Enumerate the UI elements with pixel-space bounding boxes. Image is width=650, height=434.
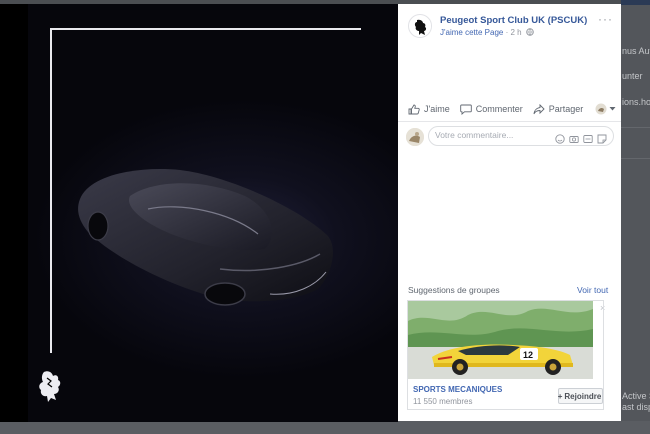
background-text-4: Active S — [622, 391, 650, 401]
comment-input[interactable] — [435, 130, 545, 140]
emoji-icon[interactable] — [555, 131, 565, 144]
poster-frame-top — [50, 28, 361, 30]
like-label: J'aime — [424, 104, 450, 114]
join-group-button[interactable]: + Rejoindre — [558, 388, 603, 404]
background-text-3: ions.hot — [622, 97, 650, 107]
svg-text:12: 12 — [523, 350, 533, 360]
more-options-button[interactable]: ··· — [598, 12, 613, 26]
comment-tools — [555, 131, 607, 144]
user-avatar-icon — [406, 128, 424, 146]
background-header — [621, 0, 650, 5]
group-suggestion-card[interactable]: 12 SPORTS MECANIQUES 11 550 membres + Re… — [407, 300, 604, 410]
group-cover-image[interactable]: 12 — [408, 301, 593, 379]
group-suggestions-title: Suggestions de groupes — [408, 285, 500, 295]
share-label: Partager — [548, 104, 584, 114]
post-time[interactable]: 2 h — [510, 28, 521, 37]
thumbs-up-icon — [408, 104, 420, 114]
group-name-link[interactable]: SPORTS MECANIQUES — [413, 385, 502, 394]
divider — [398, 121, 621, 122]
peugeot-lion-icon — [39, 371, 61, 402]
join-label: Rejoindre — [564, 391, 602, 401]
gif-icon[interactable] — [583, 131, 593, 143]
background-page: nus Aut unter ions.hot Active S ast disp… — [621, 0, 650, 434]
globe-icon — [526, 28, 534, 36]
post-panel: Peugeot Sport Club UK (PSCUK) J'aime cet… — [398, 4, 621, 421]
see-all-link[interactable]: Voir tout — [577, 285, 608, 295]
background-divider — [621, 158, 650, 159]
background-text-1: nus Aut — [622, 46, 650, 56]
plus-icon: + — [557, 391, 563, 401]
comment-button[interactable]: Commenter — [459, 104, 523, 115]
background-divider — [621, 127, 650, 128]
sticker-icon[interactable] — [597, 131, 607, 144]
post-actions: J'aime Commenter Partager — [408, 100, 616, 118]
background-text-2: unter — [622, 71, 643, 81]
like-button[interactable]: J'aime — [408, 104, 450, 115]
page-avatar[interactable] — [408, 14, 432, 38]
car-image — [78, 169, 333, 306]
user-avatar — [406, 128, 424, 146]
photo-stage[interactable] — [0, 4, 398, 422]
comment-as-selector[interactable] — [595, 103, 616, 115]
page-name-link[interactable]: Peugeot Sport Club UK (PSCUK) — [440, 15, 587, 26]
background-text-5: ast dispo — [622, 402, 650, 412]
share-icon — [533, 103, 545, 114]
profile-thumbnail-icon — [595, 103, 607, 115]
camera-icon[interactable] — [569, 131, 579, 143]
race-car-image: 12 — [408, 301, 593, 379]
comment-label: Commenter — [475, 104, 523, 114]
chevron-down-icon — [609, 107, 616, 111]
post-meta: J'aime cette Page · 2 h — [440, 28, 534, 37]
background-footer — [0, 421, 650, 434]
comment-field[interactable] — [428, 126, 614, 146]
like-page-link[interactable]: J'aime cette Page — [440, 28, 503, 37]
share-button[interactable]: Partager — [533, 103, 584, 115]
peugeot-lion-icon — [410, 16, 431, 37]
poster-frame-left — [50, 28, 52, 353]
group-member-count: 11 550 membres — [413, 397, 473, 406]
comment-icon — [459, 104, 472, 115]
